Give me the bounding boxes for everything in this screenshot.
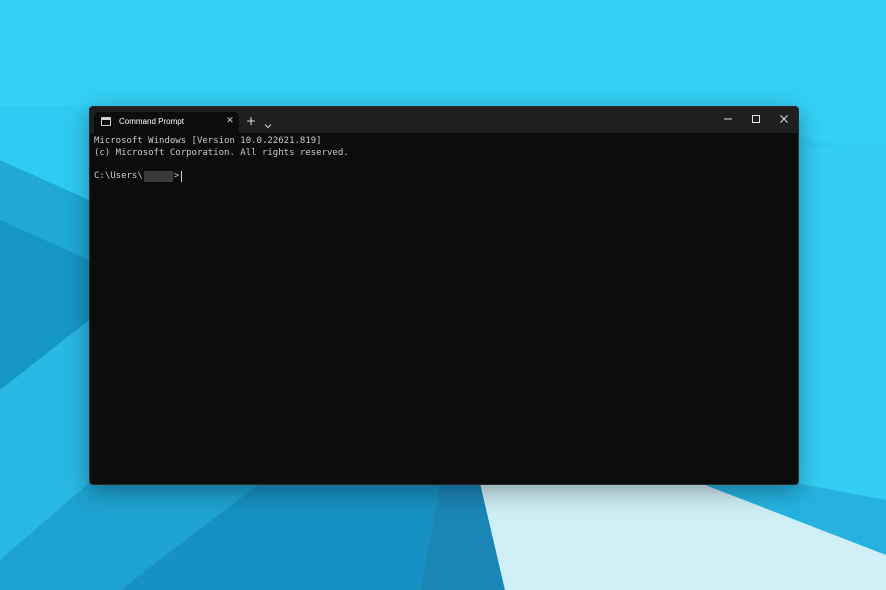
close-icon — [780, 115, 788, 123]
chevron-down-icon[interactable] — [263, 116, 275, 129]
terminal-line-copyright: (c) Microsoft Corporation. All rights re… — [94, 147, 349, 158]
tab-command-prompt[interactable]: Command Prompt ✕ — [94, 112, 239, 133]
redacted-username — [143, 170, 173, 182]
command-prompt-line[interactable]: C:\Users\ > — [94, 171, 794, 183]
tab-close-button[interactable]: ✕ — [225, 116, 235, 126]
prompt-path: C:\Users\ — [94, 170, 143, 181]
maximize-button[interactable] — [747, 111, 765, 127]
desktop: Command Prompt ✕ + Microsoft Windows [Ve… — [0, 0, 886, 590]
maximize-icon — [752, 115, 760, 123]
minimize-button[interactable] — [719, 111, 737, 127]
minimize-icon — [724, 118, 732, 120]
tab-label: Command Prompt — [119, 117, 184, 126]
prompt-symbol: > — [173, 170, 180, 181]
new-tab-button[interactable]: + — [245, 115, 257, 127]
terminal-icon — [101, 117, 111, 126]
terminal-output[interactable]: Microsoft Windows [Version 10.0.22621.81… — [94, 136, 794, 476]
terminal-line-version: Microsoft Windows [Version 10.0.22621.81… — [94, 136, 322, 146]
close-button[interactable] — [775, 111, 793, 127]
text-cursor — [181, 170, 183, 182]
title-bar[interactable]: Command Prompt ✕ + — [90, 107, 798, 133]
command-prompt-window: Command Prompt ✕ + Microsoft Windows [Ve… — [89, 106, 799, 485]
